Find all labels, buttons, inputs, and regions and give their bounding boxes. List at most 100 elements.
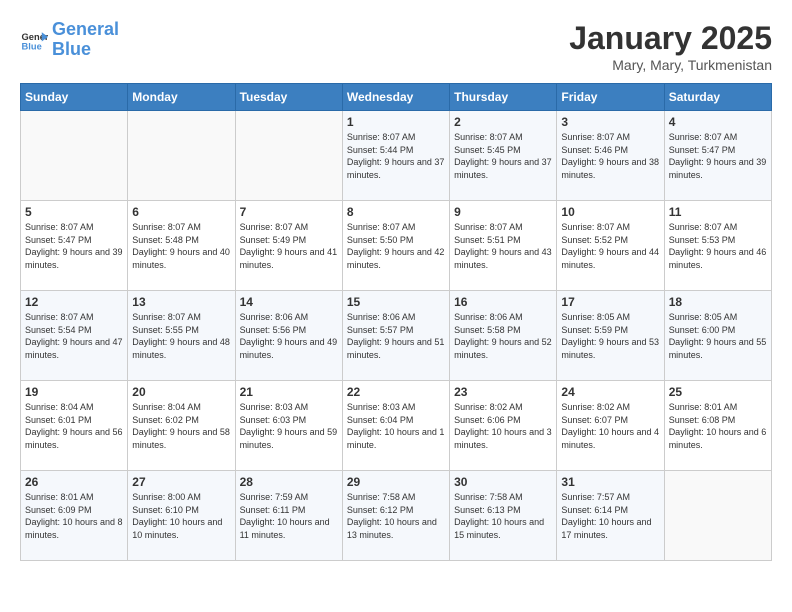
logo-line1: General	[52, 19, 119, 39]
calendar-cell: 8Sunrise: 8:07 AMSunset: 5:50 PMDaylight…	[342, 201, 449, 291]
day-info: Sunrise: 8:07 AMSunset: 5:48 PMDaylight:…	[132, 221, 230, 271]
day-number: 11	[669, 205, 767, 219]
logo-text: General Blue	[52, 20, 119, 60]
day-info: Sunrise: 8:01 AMSunset: 6:08 PMDaylight:…	[669, 401, 767, 451]
calendar-cell	[128, 111, 235, 201]
calendar-cell: 27 Sunrise: 8:00 AMSunset: 6:10 PMDayligh…	[128, 471, 235, 561]
calendar-cell: 19 Sunrise: 8:04 AMSunset: 6:01 PMDayligh…	[21, 381, 128, 471]
day-info: Sunrise: 8:04 AMSunset: 6:01 PMDaylight:…	[25, 401, 123, 451]
day-info: Sunrise: 8:07 AMSunset: 5:53 PMDaylight:…	[669, 221, 767, 271]
day-info: Sunrise: 8:07 AMSunset: 5:45 PMDaylight:…	[454, 131, 552, 181]
calendar-week-5: 26 Sunrise: 8:01 AMSunset: 6:09 PMDayligh…	[21, 471, 772, 561]
day-number: 23	[454, 385, 552, 399]
calendar-cell: 18 Sunrise: 8:05 AMSunset: 6:00 PMDayligh…	[664, 291, 771, 381]
day-number: 5	[25, 205, 123, 219]
day-info: Sunrise: 7:59 AMSunset: 6:11 PMDaylight:…	[240, 491, 338, 541]
day-info: Sunrise: 8:00 AMSunset: 6:10 PMDaylight:…	[132, 491, 230, 541]
calendar-week-4: 19 Sunrise: 8:04 AMSunset: 6:01 PMDayligh…	[21, 381, 772, 471]
day-number: 12	[25, 295, 123, 309]
day-number: 26	[25, 475, 123, 489]
svg-text:Blue: Blue	[22, 41, 42, 51]
day-number: 18	[669, 295, 767, 309]
day-number: 31	[561, 475, 659, 489]
day-number: 20	[132, 385, 230, 399]
day-number: 29	[347, 475, 445, 489]
calendar-cell: 10 Sunrise: 8:07 AMSunset: 5:52 PMDayligh…	[557, 201, 664, 291]
calendar-week-3: 12 Sunrise: 8:07 AMSunset: 5:54 PMDayligh…	[21, 291, 772, 381]
day-number: 6	[132, 205, 230, 219]
weekday-header-saturday: Saturday	[664, 84, 771, 111]
day-number: 10	[561, 205, 659, 219]
day-info: Sunrise: 8:06 AMSunset: 5:57 PMDaylight:…	[347, 311, 445, 361]
calendar-cell: 3 Sunrise: 8:07 AMSunset: 5:46 PMDaylight…	[557, 111, 664, 201]
calendar-header: SundayMondayTuesdayWednesdayThursdayFrid…	[21, 84, 772, 111]
day-number: 19	[25, 385, 123, 399]
day-number: 22	[347, 385, 445, 399]
day-info: Sunrise: 8:05 AMSunset: 6:00 PMDaylight:…	[669, 311, 767, 361]
calendar-cell: 22Sunrise: 8:03 AMSunset: 6:04 PMDayligh…	[342, 381, 449, 471]
month-title: January 2025	[569, 20, 772, 57]
day-number: 30	[454, 475, 552, 489]
calendar-cell: 6 Sunrise: 8:07 AMSunset: 5:48 PMDaylight…	[128, 201, 235, 291]
day-info: Sunrise: 8:05 AMSunset: 5:59 PMDaylight:…	[561, 311, 659, 361]
day-info: Sunrise: 8:07 AMSunset: 5:54 PMDaylight:…	[25, 311, 123, 361]
calendar-cell: 13Sunrise: 8:07 AMSunset: 5:55 PMDayligh…	[128, 291, 235, 381]
calendar-table: SundayMondayTuesdayWednesdayThursdayFrid…	[20, 83, 772, 561]
calendar-cell: 9 Sunrise: 8:07 AMSunset: 5:51 PMDaylight…	[450, 201, 557, 291]
calendar-cell: 4 Sunrise: 8:07 AMSunset: 5:47 PMDaylight…	[664, 111, 771, 201]
day-number: 4	[669, 115, 767, 129]
calendar-cell: 5 Sunrise: 8:07 AMSunset: 5:47 PMDaylight…	[21, 201, 128, 291]
calendar-cell: 28 Sunrise: 7:59 AMSunset: 6:11 PMDayligh…	[235, 471, 342, 561]
calendar-cell: 17Sunrise: 8:05 AMSunset: 5:59 PMDayligh…	[557, 291, 664, 381]
day-number: 25	[669, 385, 767, 399]
calendar-cell: 25 Sunrise: 8:01 AMSunset: 6:08 PMDayligh…	[664, 381, 771, 471]
weekday-header-row: SundayMondayTuesdayWednesdayThursdayFrid…	[21, 84, 772, 111]
day-info: Sunrise: 8:07 AMSunset: 5:47 PMDaylight:…	[25, 221, 123, 271]
day-info: Sunrise: 8:04 AMSunset: 6:02 PMDaylight:…	[132, 401, 230, 451]
calendar-cell: 2 Sunrise: 8:07 AMSunset: 5:45 PMDaylight…	[450, 111, 557, 201]
day-number: 8	[347, 205, 445, 219]
day-info: Sunrise: 8:06 AMSunset: 5:58 PMDaylight:…	[454, 311, 552, 361]
calendar-cell: 20 Sunrise: 8:04 AMSunset: 6:02 PMDayligh…	[128, 381, 235, 471]
calendar-week-1: 1Sunrise: 8:07 AMSunset: 5:44 PMDaylight…	[21, 111, 772, 201]
page-header: General Blue General Blue January 2025 M…	[20, 20, 772, 73]
calendar-cell: 15 Sunrise: 8:06 AMSunset: 5:57 PMDayligh…	[342, 291, 449, 381]
day-number: 9	[454, 205, 552, 219]
logo-line2: Blue	[52, 39, 91, 59]
title-block: January 2025 Mary, Mary, Turkmenistan	[569, 20, 772, 73]
day-info: Sunrise: 7:58 AMSunset: 6:13 PMDaylight:…	[454, 491, 552, 541]
calendar-week-2: 5 Sunrise: 8:07 AMSunset: 5:47 PMDaylight…	[21, 201, 772, 291]
calendar-cell: 12 Sunrise: 8:07 AMSunset: 5:54 PMDayligh…	[21, 291, 128, 381]
day-info: Sunrise: 8:02 AMSunset: 6:07 PMDaylight:…	[561, 401, 659, 451]
calendar-cell: 11 Sunrise: 8:07 AMSunset: 5:53 PMDayligh…	[664, 201, 771, 291]
calendar-cell	[21, 111, 128, 201]
day-info: Sunrise: 8:07 AMSunset: 5:46 PMDaylight:…	[561, 131, 659, 181]
weekday-header-monday: Monday	[128, 84, 235, 111]
day-info: Sunrise: 8:01 AMSunset: 6:09 PMDaylight:…	[25, 491, 123, 541]
calendar-body: 1Sunrise: 8:07 AMSunset: 5:44 PMDaylight…	[21, 111, 772, 561]
calendar-cell	[664, 471, 771, 561]
day-number: 24	[561, 385, 659, 399]
day-number: 14	[240, 295, 338, 309]
day-info: Sunrise: 8:07 AMSunset: 5:47 PMDaylight:…	[669, 131, 767, 181]
logo: General Blue General Blue	[20, 20, 119, 60]
weekday-header-thursday: Thursday	[450, 84, 557, 111]
day-info: Sunrise: 7:57 AMSunset: 6:14 PMDaylight:…	[561, 491, 659, 541]
day-number: 28	[240, 475, 338, 489]
calendar-cell: 1Sunrise: 8:07 AMSunset: 5:44 PMDaylight…	[342, 111, 449, 201]
weekday-header-sunday: Sunday	[21, 84, 128, 111]
day-number: 27	[132, 475, 230, 489]
day-info: Sunrise: 8:07 AMSunset: 5:51 PMDaylight:…	[454, 221, 552, 271]
day-number: 3	[561, 115, 659, 129]
day-info: Sunrise: 8:07 AMSunset: 5:49 PMDaylight:…	[240, 221, 338, 271]
day-info: Sunrise: 8:02 AMSunset: 6:06 PMDaylight:…	[454, 401, 552, 451]
calendar-cell: 21Sunrise: 8:03 AMSunset: 6:03 PMDayligh…	[235, 381, 342, 471]
day-info: Sunrise: 8:07 AMSunset: 5:52 PMDaylight:…	[561, 221, 659, 271]
day-number: 16	[454, 295, 552, 309]
day-number: 2	[454, 115, 552, 129]
day-number: 21	[240, 385, 338, 399]
calendar-cell: 29 Sunrise: 7:58 AMSunset: 6:12 PMDayligh…	[342, 471, 449, 561]
day-number: 15	[347, 295, 445, 309]
calendar-cell: 23 Sunrise: 8:02 AMSunset: 6:06 PMDayligh…	[450, 381, 557, 471]
day-info: Sunrise: 7:58 AMSunset: 6:12 PMDaylight:…	[347, 491, 445, 541]
